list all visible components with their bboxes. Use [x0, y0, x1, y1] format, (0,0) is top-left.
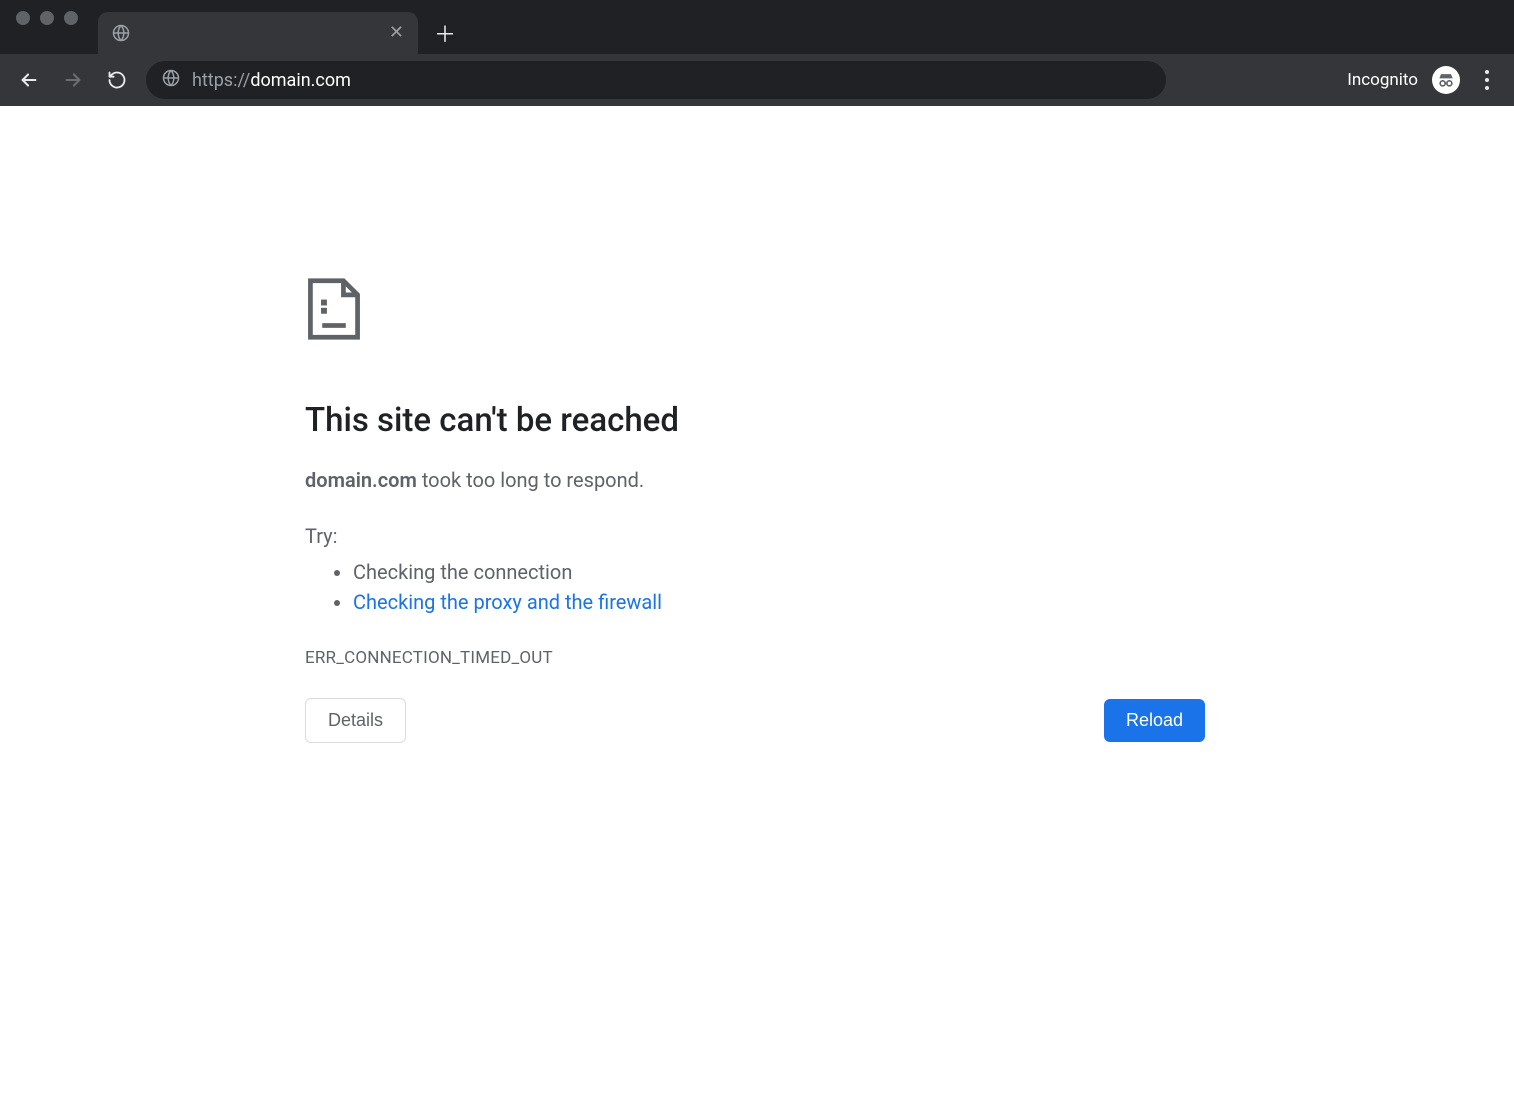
- incognito-icon[interactable]: [1432, 66, 1460, 94]
- error-title: This site can't be reached: [305, 401, 1205, 440]
- forward-button[interactable]: [58, 65, 88, 95]
- tab-strip: ✕ ＋: [0, 0, 1514, 54]
- page-content: This site can't be reached domain.com to…: [0, 106, 1514, 1117]
- window-close-dot[interactable]: [16, 11, 30, 25]
- toolbar: https://domain.com Incognito: [0, 54, 1514, 106]
- suggestion-check-proxy-firewall[interactable]: Checking the proxy and the firewall: [353, 590, 1205, 614]
- suggestion-check-connection: Checking the connection: [353, 560, 1205, 584]
- url-host: domain.com: [250, 70, 351, 91]
- toolbar-right: Incognito: [1347, 66, 1500, 94]
- back-button[interactable]: [14, 65, 44, 95]
- window-maximize-dot[interactable]: [64, 11, 78, 25]
- error-message-suffix: took too long to respond.: [417, 468, 644, 492]
- suggestion-list: Checking the connection Checking the pro…: [305, 560, 1205, 614]
- new-tab-button[interactable]: ＋: [428, 16, 462, 50]
- reload-button[interactable]: Reload: [1104, 699, 1205, 742]
- error-content: This site can't be reached domain.com to…: [305, 276, 1205, 668]
- error-domain: domain.com: [305, 468, 417, 492]
- window-minimize-dot[interactable]: [40, 11, 54, 25]
- browser-tab[interactable]: ✕: [98, 12, 418, 54]
- globe-icon: [112, 24, 130, 42]
- close-tab-icon[interactable]: ✕: [389, 24, 404, 42]
- try-label: Try:: [305, 524, 1205, 548]
- details-button[interactable]: Details: [305, 698, 406, 743]
- site-info-icon[interactable]: [162, 69, 180, 92]
- browser-chrome: ✕ ＋ https://domain.com Incognito: [0, 0, 1514, 106]
- error-code: ERR_CONNECTION_TIMED_OUT: [305, 648, 1205, 668]
- url-text: https://domain.com: [192, 70, 351, 91]
- url-scheme: https://: [192, 70, 250, 91]
- browser-menu-button[interactable]: [1474, 70, 1500, 90]
- incognito-label: Incognito: [1347, 70, 1418, 90]
- window-controls[interactable]: [10, 0, 84, 54]
- reload-toolbar-button[interactable]: [102, 65, 132, 95]
- error-button-row: Details Reload: [305, 698, 1205, 743]
- error-message: domain.com took too long to respond.: [305, 468, 1205, 492]
- sad-file-icon: [305, 276, 1205, 346]
- address-bar[interactable]: https://domain.com: [146, 61, 1166, 99]
